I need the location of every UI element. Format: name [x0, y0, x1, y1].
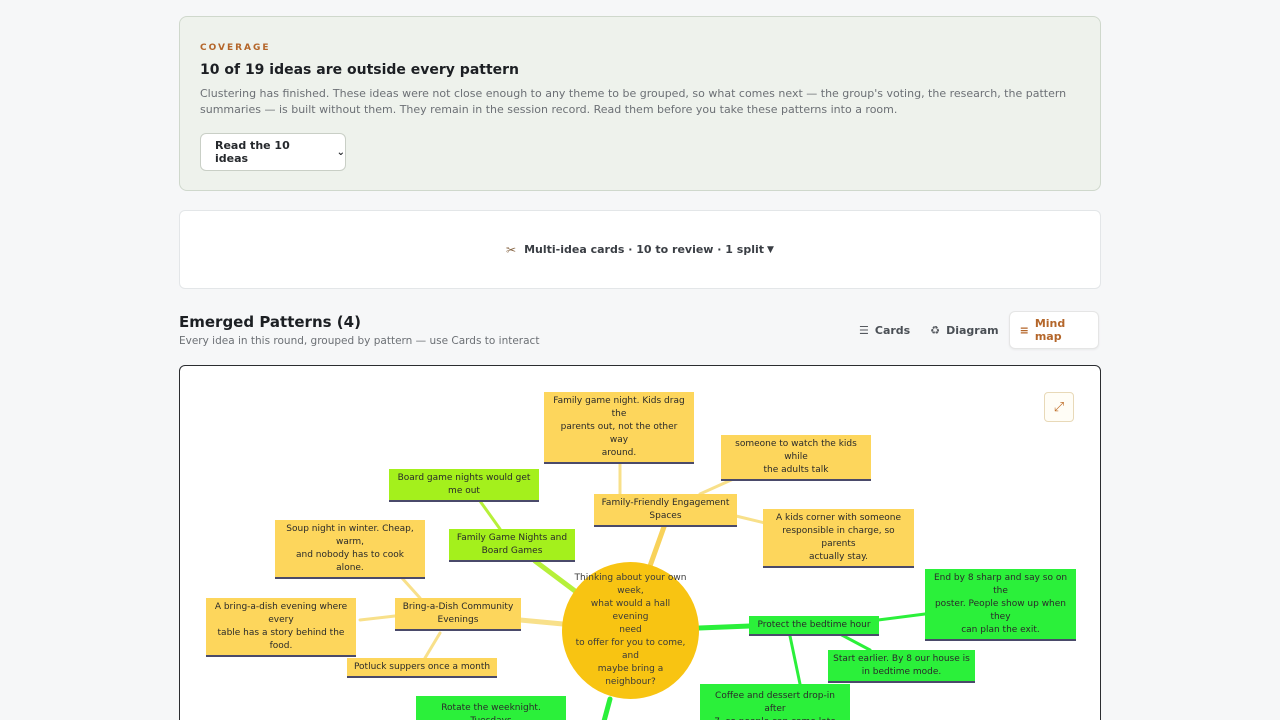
list-icon: ☰ [859, 323, 869, 337]
view-mindmap-label: Mind map [1034, 317, 1066, 343]
coverage-title: 10 of 19 ideas are outside every pattern [200, 62, 520, 78]
mindmap-node-coffee-dessert: Coffee and dessert drop-in after 7, so p… [700, 684, 850, 720]
mindmap-node-kids-corner: A kids corner with someone responsible i… [763, 509, 914, 568]
view-cards-label: Cards [874, 323, 911, 337]
read-ideas-button[interactable]: Read the 10 ideas ⌄ [200, 133, 346, 171]
multi-idea-label: Multi-idea cards · 10 to review · 1 spli… [524, 243, 765, 256]
mindmap-node-start-earlier: Start earlier. By 8 our house is in bedt… [828, 650, 975, 683]
mindmap-node-rotate-weeknight: Rotate the weeknight. Tuesdays [416, 696, 566, 720]
mindmap-canvas[interactable]: ⤢ Family game night. Kids drag the paren… [179, 365, 1101, 720]
read-ideas-label: Read the 10 ideas [215, 139, 290, 165]
view-diagram-button[interactable]: ♻ Diagram [920, 311, 1008, 349]
mindmap-node-protect-bedtime: Protect the bedtime hour [749, 616, 879, 636]
view-toggle: ☰ Cards ♻ Diagram ≡ Mind map [849, 310, 1099, 350]
mindmap-node-board-game-nights: Board game nights would get me out [389, 469, 539, 502]
view-diagram-label: Diagram [946, 323, 999, 337]
coverage-description: Clustering has finished. These ideas wer… [200, 87, 1067, 116]
mindmap-node-potluck: Potluck suppers once a month [347, 658, 497, 678]
view-mindmap-button[interactable]: ≡ Mind map [1008, 311, 1099, 349]
scissors-icon: ✂ [506, 242, 517, 257]
expand-icon[interactable]: ⤢ [1044, 392, 1074, 422]
multi-idea-toggle[interactable]: ✂ Multi-idea cards · 10 to review · 1 sp… [179, 210, 1101, 289]
chevron-down-icon: ⌄ [336, 146, 345, 158]
mindmap-node-bring-a-dish-evening: A bring-a-dish evening where every table… [206, 598, 356, 657]
mindmap-icon: ≡ [1019, 323, 1029, 337]
mindmap-node-family-game-board: Family Game Nights and Board Games [449, 529, 575, 562]
mindmap-node-family-game-night: Family game night. Kids drag the parents… [544, 392, 694, 464]
mindmap-node-family-friendly: Family-Friendly Engagement Spaces [594, 494, 737, 527]
mindmap-node-bring-a-dish-community: Bring-a-Dish Community Evenings [395, 598, 521, 631]
coverage-eyebrow: COVERAGE [200, 43, 271, 53]
view-cards-button[interactable]: ☰ Cards [849, 311, 920, 349]
coverage-panel: COVERAGE 10 of 19 ideas are outside ever… [179, 16, 1101, 191]
mindmap-node-soup-night: Soup night in winter. Cheap, warm, and n… [275, 520, 425, 579]
mindmap-node-watch-kids: someone to watch the kids while the adul… [721, 435, 871, 481]
mindmap-node-end-by-8: End by 8 sharp and say so on the poster.… [925, 569, 1076, 641]
patterns-title: Emerged Patterns (4) [179, 313, 361, 331]
chevron-down-icon: ▼ [767, 244, 774, 255]
mindmap-center-node: Thinking about your own week, what would… [562, 562, 699, 699]
patterns-subtitle: Every idea in this round, grouped by pat… [179, 335, 540, 347]
diagram-icon: ♻ [930, 323, 941, 337]
